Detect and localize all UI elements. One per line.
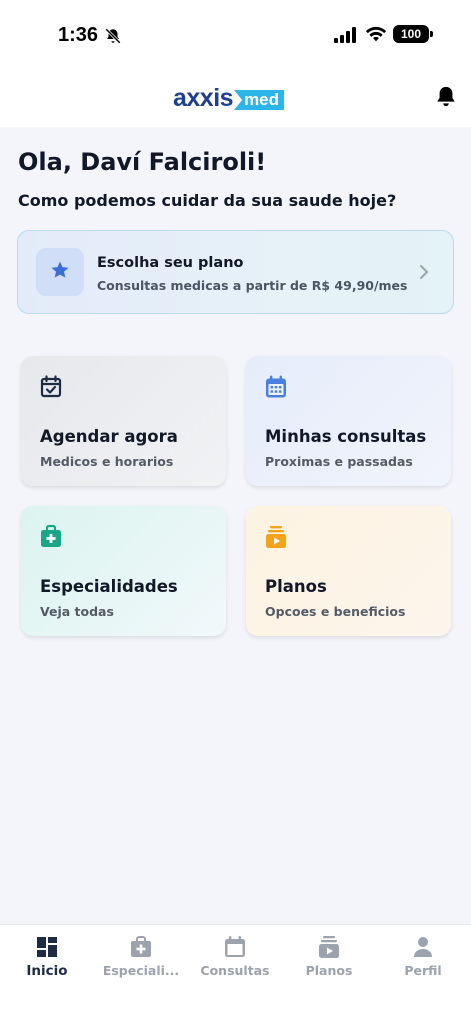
tab-inicio[interactable]: Inicio (0, 925, 94, 995)
card-title: Agendar agora (40, 427, 178, 446)
specialties-card[interactable]: Especialidades Veja todas (21, 506, 226, 636)
status-bar: 1:36 100 (0, 0, 471, 70)
plan-stack-icon (265, 525, 287, 553)
greeting-title: Ola, Daví Falciroli! (18, 148, 267, 176)
app-header: axxis med (0, 70, 471, 127)
plan-icon-box (36, 248, 84, 296)
play-stack-icon (318, 936, 340, 960)
signal-icon (334, 27, 358, 47)
card-title: Planos (265, 577, 327, 596)
grid-icon (36, 936, 58, 960)
status-time: 1:36 (58, 24, 99, 46)
battery-indicator: 100 (393, 25, 429, 43)
tab-planos[interactable]: Planos (282, 925, 376, 995)
notifications-bell-icon[interactable] (435, 85, 457, 113)
tab-especialidades[interactable]: Especiali... (94, 925, 188, 995)
calendar-icon (224, 936, 246, 960)
battery-tip (430, 31, 433, 37)
card-title: Minhas consultas (265, 427, 427, 446)
wifi-icon (365, 25, 387, 47)
card-title: Especialidades (40, 577, 178, 596)
medical-bag-icon (40, 524, 62, 553)
calendar-grid-icon (265, 375, 287, 403)
tab-label: Inicio (26, 963, 68, 979)
choose-plan-banner[interactable]: Escolha seu plano Consultas medicas a pa… (17, 230, 454, 314)
schedule-now-card[interactable]: Agendar agora Medicos e horarios (21, 356, 226, 486)
card-subtitle: Opcoes e beneficios (265, 604, 406, 619)
card-subtitle: Medicos e horarios (40, 454, 174, 469)
bottom-tab-bar: Inicio Especiali... Consultas Planos Per… (0, 924, 471, 1024)
person-icon (412, 936, 434, 960)
tab-consultas[interactable]: Consultas (188, 925, 282, 995)
tab-perfil[interactable]: Perfil (376, 925, 470, 995)
card-subtitle: Proximas e passadas (265, 454, 413, 469)
logo-sub-text: med (234, 90, 285, 110)
greeting-subtitle: Como podemos cuidar da sua saude hoje? (18, 191, 397, 210)
silent-mode-icon (104, 27, 122, 49)
chevron-right-icon (418, 264, 430, 284)
card-subtitle: Veja todas (40, 604, 114, 619)
plan-banner-title: Escolha seu plano (97, 255, 244, 271)
tab-label: Consultas (200, 963, 270, 978)
plans-card[interactable]: Planos Opcoes e beneficios (246, 506, 451, 636)
tab-label: Planos (305, 963, 353, 978)
star-icon (50, 260, 70, 284)
tab-label: Especiali... (102, 963, 180, 978)
app-logo: axxis med (173, 83, 285, 112)
plan-banner-description: Consultas medicas a partir de R$ 49,90/m… (97, 278, 408, 293)
logo-main-text: axxis (173, 83, 234, 112)
my-appointments-card[interactable]: Minhas consultas Proximas e passadas (246, 356, 451, 486)
tab-label: Perfil (404, 963, 442, 978)
calendar-check-icon (40, 375, 62, 403)
medical-bag-icon (130, 936, 152, 960)
